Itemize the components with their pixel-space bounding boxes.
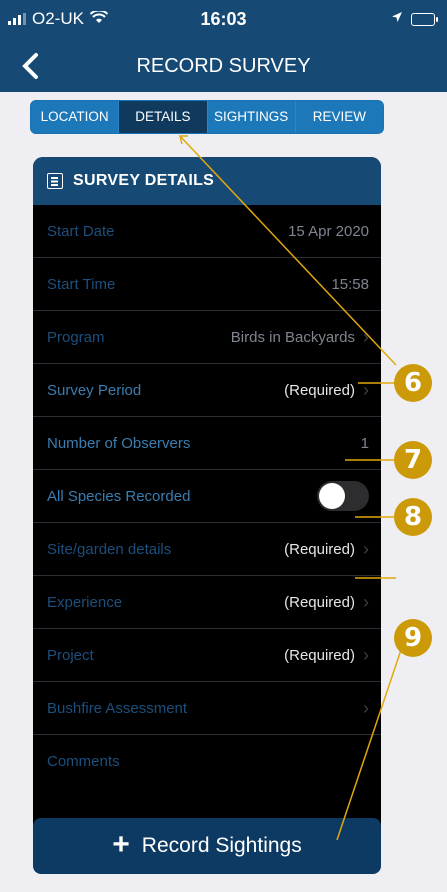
row-survey-period[interactable]: Survey Period (Required) ›	[33, 364, 381, 417]
row-number-of-observers[interactable]: Number of Observers 1	[33, 417, 381, 470]
row-label: Start Date	[47, 222, 115, 240]
survey-details-card: SURVEY DETAILS Start Date 15 Apr 2020 St…	[33, 157, 381, 847]
row-value: 15 Apr 2020	[288, 222, 369, 240]
row-value: (Required)	[284, 646, 355, 664]
row-experience[interactable]: Experience (Required) ›	[33, 576, 381, 629]
row-start-date[interactable]: Start Date 15 Apr 2020	[33, 205, 381, 258]
nav-bar: RECORD SURVEY	[0, 40, 447, 92]
chevron-right-icon: ›	[363, 697, 369, 718]
row-label: Start Time	[47, 275, 116, 293]
row-label: Bushfire Assessment	[47, 699, 188, 717]
chevron-right-icon: ›	[363, 538, 369, 559]
tab-sightings[interactable]: SIGHTINGS	[208, 101, 296, 133]
row-label: Number of Observers	[47, 434, 191, 452]
row-project[interactable]: Project (Required) ›	[33, 629, 381, 682]
annotation-badge-6: 6	[394, 364, 432, 402]
row-value-wrap: (Required) ›	[284, 380, 369, 401]
chevron-right-icon: ›	[363, 644, 369, 665]
row-value: 15:58	[331, 275, 369, 293]
row-value-wrap: (Required) ›	[284, 592, 369, 613]
row-value-wrap: (Required) ›	[284, 645, 369, 666]
annotation-badge-7: 7	[394, 441, 432, 479]
row-start-time[interactable]: Start Time 15:58	[33, 258, 381, 311]
status-bar: O2-UK 16:03	[0, 0, 447, 40]
chevron-right-icon: ›	[363, 379, 369, 400]
row-site-garden-details[interactable]: Site/garden details (Required) ›	[33, 523, 381, 576]
row-label: All Species Recorded	[47, 487, 191, 505]
card-title: SURVEY DETAILS	[73, 172, 215, 189]
tab-review[interactable]: REVIEW	[296, 101, 383, 133]
record-sightings-button[interactable]: + Record Sightings	[33, 818, 381, 874]
row-value: (Required)	[284, 381, 355, 399]
tab-details[interactable]: DETAILS	[119, 101, 208, 133]
row-value-wrap: Birds in Backyards ›	[231, 327, 369, 348]
annotation-badge-9: 9	[394, 619, 432, 657]
record-sightings-label: Record Sightings	[141, 834, 302, 857]
row-program[interactable]: Program Birds in Backyards ›	[33, 311, 381, 364]
card-header: SURVEY DETAILS	[33, 157, 381, 205]
page-title: RECORD SURVEY	[136, 55, 311, 77]
clock: 16:03	[200, 9, 247, 29]
location-arrow-icon	[391, 10, 403, 28]
tab-bar: LOCATION DETAILS SIGHTINGS REVIEW	[30, 100, 384, 134]
row-label: Program	[47, 328, 105, 346]
chevron-right-icon: ›	[363, 326, 369, 347]
row-label: Experience	[47, 593, 123, 611]
row-value-wrap: ›	[355, 698, 369, 719]
row-value: (Required)	[284, 540, 355, 558]
all-species-toggle[interactable]	[317, 481, 369, 511]
row-label: Site/garden details	[47, 540, 172, 558]
row-all-species-recorded: All Species Recorded	[33, 470, 381, 523]
chevron-right-icon: ›	[363, 591, 369, 612]
row-value: (Required)	[284, 593, 355, 611]
row-bushfire-assessment[interactable]: Bushfire Assessment ›	[33, 682, 381, 735]
row-value: 1	[360, 434, 369, 452]
status-right	[391, 10, 438, 28]
annotation-badge-8: 8	[394, 498, 432, 536]
row-label: Survey Period	[47, 381, 142, 399]
row-value: Birds in Backyards	[230, 328, 355, 346]
battery-icon	[411, 12, 438, 26]
row-label: Project	[47, 646, 94, 664]
row-value-wrap: (Required) ›	[284, 539, 369, 560]
toggle-knob	[319, 483, 345, 509]
row-label: Comments	[47, 752, 120, 770]
list-icon	[47, 173, 63, 189]
plus-icon: +	[112, 828, 130, 861]
row-comments[interactable]: Comments	[33, 735, 381, 787]
tab-location[interactable]: LOCATION	[31, 101, 120, 133]
